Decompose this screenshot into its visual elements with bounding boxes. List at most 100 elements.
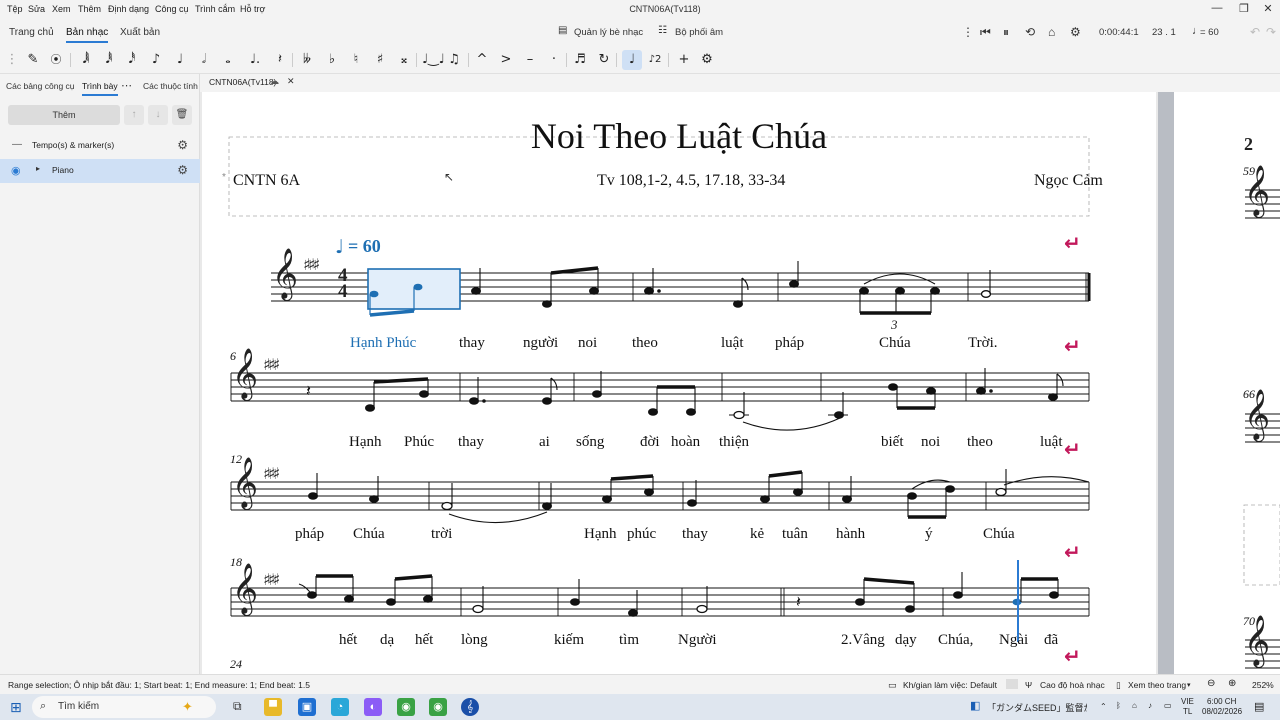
note-quarter-icon[interactable]: ♩	[172, 50, 188, 70]
lyric[interactable]: hết	[339, 632, 357, 649]
lyric[interactable]: dạy	[895, 632, 917, 649]
score-page-2[interactable]: 2 59 66 70 𝄞 𝄞 𝄞	[1174, 92, 1280, 674]
lyric[interactable]: biết	[881, 434, 904, 451]
note-16th-icon[interactable]: 𝅘𝅥𝅰	[124, 50, 140, 70]
menu-tools[interactable]: Công cụ	[155, 4, 189, 14]
lyric[interactable]: Chúa	[983, 526, 1015, 543]
note-eighth-icon[interactable]: ♪	[148, 50, 164, 70]
toolbar-settings-icon[interactable]: ⚙	[699, 50, 715, 70]
lyric[interactable]: tìm	[619, 632, 639, 649]
system-break-icon[interactable]: ↵	[1064, 437, 1081, 461]
voice-2-icon[interactable]: ♪2	[647, 50, 663, 70]
toolbar-handle-icon[interactable]: ⋮	[4, 50, 20, 70]
tray-arrow-icon[interactable]: ⌃	[1100, 702, 1107, 711]
expand-arrow-icon[interactable]: ▸	[36, 164, 40, 173]
rest-icon[interactable]: 𝄽	[272, 50, 288, 70]
windows-start-icon[interactable]: ⊞	[10, 699, 22, 716]
lyric[interactable]: noi	[921, 434, 940, 451]
lyric[interactable]: Chúa	[879, 335, 911, 352]
store-icon[interactable]: ▣	[298, 698, 316, 716]
zoom-in-icon[interactable]: ⊕	[1228, 678, 1236, 689]
score-page[interactable]: 𝄽 𝄽 Noi Theo Luật Chúa CNTN 6A Tv 108,1-…	[202, 92, 1156, 674]
menu-format[interactable]: Định dạng	[108, 4, 149, 14]
score-subtitle-left[interactable]: CNTN 6A	[233, 172, 300, 190]
key-signature-icon[interactable]: ♯♯♯	[263, 572, 280, 588]
lyric[interactable]: trời	[431, 526, 452, 543]
lyric[interactable]: thay	[682, 526, 708, 543]
lyric[interactable]: theo	[632, 335, 658, 352]
treble-clef-icon[interactable]: 𝄞	[272, 252, 298, 296]
menu-file[interactable]: Tệp	[7, 4, 23, 14]
menu-plugins[interactable]: Trình cắm	[195, 4, 235, 14]
more-icon[interactable]: ⋯	[121, 79, 132, 92]
undo-icon[interactable]: ↶	[1250, 25, 1260, 39]
lyric[interactable]: Ngài	[999, 632, 1028, 649]
close-tab-icon[interactable]: ✕	[287, 76, 295, 87]
taskbar-search[interactable]: ⌕ Tìm kiếm ✦	[32, 696, 216, 718]
add-icon[interactable]: +	[676, 50, 692, 70]
layout-row-tempo[interactable]: — Tempo(s) & marker(s) ⚙	[0, 134, 200, 158]
delete-icon[interactable]: 🗑	[172, 105, 192, 125]
chevron-down-icon[interactable]: ▾	[1187, 681, 1191, 689]
treble-clef-icon[interactable]: 𝄞	[232, 567, 258, 611]
edge-icon[interactable]: ◔	[331, 698, 349, 716]
double-flat-icon[interactable]: 𝄫	[299, 50, 315, 70]
natural-icon[interactable]: ♮	[348, 50, 364, 70]
loop-icon[interactable]: ⟲	[1025, 25, 1035, 39]
lyric[interactable]: kiếm	[554, 632, 584, 649]
note-whole-icon[interactable]: 𝅝	[220, 50, 236, 70]
tuplet-icon[interactable]: ♬	[572, 50, 588, 70]
augmentation-dot-icon[interactable]: ♩.	[247, 50, 263, 70]
double-sharp-icon[interactable]: 𝄪	[396, 50, 412, 70]
chrome-profile-icon[interactable]: ◉	[429, 698, 447, 716]
slur-icon[interactable]: ♫	[446, 50, 462, 70]
rewind-icon[interactable]: ⏮	[980, 25, 991, 40]
lyric[interactable]: đời	[640, 434, 660, 451]
input-method-indicator[interactable]: TL	[1183, 707, 1192, 716]
menu-insert[interactable]: Thêm	[78, 4, 101, 14]
lyric[interactable]: lòng	[461, 632, 488, 649]
key-signature-icon[interactable]: ♯♯♯	[303, 257, 320, 273]
lyric[interactable]: phúc	[627, 526, 656, 543]
zoom-out-icon[interactable]: ⊖	[1207, 678, 1215, 689]
clock-date[interactable]: 08/02/2026	[1202, 707, 1242, 716]
key-signature-icon[interactable]: ♯♯♯	[263, 466, 280, 482]
pin-icon[interactable]: ⦿	[48, 50, 64, 70]
lyric[interactable]: ý	[925, 526, 933, 543]
battery-icon[interactable]: ▭	[1164, 701, 1172, 710]
sharp-icon[interactable]: ♯	[372, 50, 388, 70]
voice-1-icon[interactable]: ♩	[622, 50, 642, 70]
close-icon[interactable]: ✕	[1256, 2, 1280, 15]
lyric[interactable]: Hạnh	[349, 434, 382, 451]
tab-score[interactable]: Bản nhạc	[66, 27, 109, 43]
flip-icon[interactable]: ↻	[596, 50, 612, 70]
lyric[interactable]: Phúc	[404, 434, 434, 451]
notification-text[interactable]: 「ガンダムSEED」監督が...	[987, 701, 1087, 714]
maximize-icon[interactable]: ❐	[1232, 2, 1256, 15]
network-icon[interactable]: ⌂	[1132, 701, 1137, 710]
lyric[interactable]: pháp	[775, 335, 804, 352]
tuplet-number[interactable]: 3	[891, 317, 898, 333]
document-tab[interactable]: CNTN06A(Tv118) ☁ ✕	[200, 74, 1160, 92]
lyric[interactable]: Hạnh Phúc	[350, 335, 416, 352]
play-pause-icon[interactable]: ⏸	[1003, 25, 1009, 40]
eye-icon[interactable]: ◉	[11, 164, 21, 177]
flat-icon[interactable]: ♭	[324, 50, 340, 70]
view-mode-selector[interactable]: Xem theo trang	[1128, 680, 1186, 690]
copilot-icon[interactable]: ◐	[364, 698, 382, 716]
lyric[interactable]: thiện	[719, 434, 749, 451]
bluetooth-icon[interactable]: ᛒ	[1116, 701, 1121, 710]
tenuto-icon[interactable]: –	[522, 50, 538, 70]
system-break-icon[interactable]: ↵	[1064, 334, 1081, 358]
time-signature-bottom[interactable]: 4	[338, 282, 348, 301]
lyric[interactable]: 2.Vâng	[841, 632, 885, 649]
tie-icon[interactable]: ♩‿♩	[422, 50, 445, 70]
lyric[interactable]: luật	[721, 335, 744, 352]
score-title[interactable]: Noi Theo Luật Chúa	[202, 115, 1156, 157]
lyric[interactable]: tuân	[782, 526, 808, 543]
clock-time[interactable]: 6:00 CH	[1207, 697, 1236, 706]
lyric[interactable]: người	[523, 335, 558, 352]
lyric[interactable]: Chúa	[353, 526, 385, 543]
notifications-icon[interactable]: ▤	[1254, 700, 1264, 713]
move-up-icon[interactable]: ↑	[124, 105, 144, 125]
